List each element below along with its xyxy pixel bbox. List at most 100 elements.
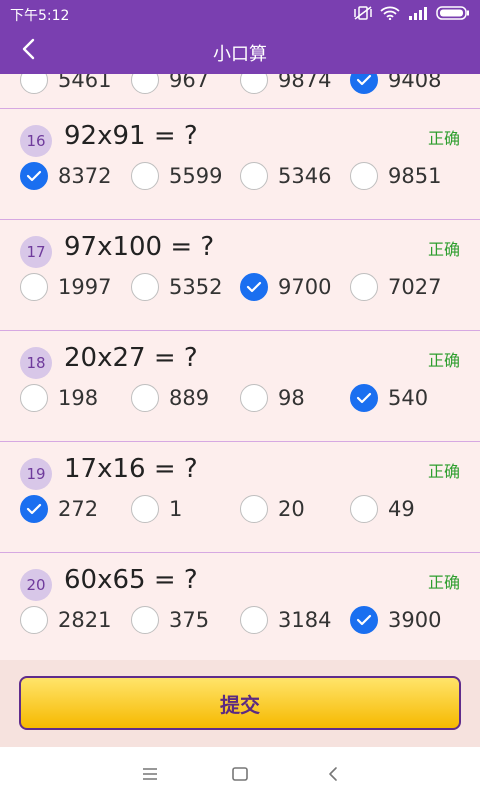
radio-button[interactable] (131, 162, 159, 190)
app-bar: 小口算 (0, 28, 480, 74)
answer-option[interactable]: 98 (240, 383, 305, 413)
radio-button[interactable] (20, 384, 48, 412)
option-label: 198 (58, 386, 99, 410)
answer-option[interactable]: 3184 (240, 605, 331, 635)
option-label: 5461 (58, 74, 112, 92)
answer-option[interactable]: 1997 (20, 272, 111, 302)
answer-status: 正确 (427, 573, 460, 592)
answer-option[interactable]: 9851 (350, 161, 441, 191)
question-row: 5461 967 9874 9408 (0, 74, 480, 109)
answer-option[interactable]: 2821 (20, 605, 111, 635)
option-label: 1997 (58, 275, 112, 299)
radio-button[interactable] (350, 495, 378, 523)
answer-option[interactable]: 540 (350, 383, 428, 413)
radio-button-checked[interactable] (240, 273, 268, 301)
answer-status: 正确 (427, 351, 460, 370)
option-label: 9408 (388, 74, 442, 92)
check-icon (246, 281, 262, 293)
question-row: 19 17x16 = ? 正确 272 1 20 49 (0, 442, 480, 553)
question-row: 16 92x91 = ? 正确 8372 5599 5346 9851 (0, 109, 480, 220)
home-button[interactable] (227, 761, 253, 787)
answer-status: 正确 (427, 462, 460, 481)
radio-button[interactable] (131, 384, 159, 412)
question-text: 60x65 = ? (64, 565, 198, 595)
option-label: 5346 (278, 164, 332, 188)
question-list[interactable]: 5461 967 9874 9408 16 92x91 = ? 正确 8372 … (0, 74, 480, 660)
question-number-badge: 18 (20, 347, 52, 379)
system-nav-bar (0, 747, 480, 800)
check-icon (26, 503, 42, 515)
radio-button-checked[interactable] (350, 606, 378, 634)
option-label: 9700 (278, 275, 332, 299)
radio-button[interactable] (131, 273, 159, 301)
question-number-badge: 17 (20, 236, 52, 268)
nav-back-button[interactable] (320, 761, 346, 787)
status-time: 下午5:12 (10, 8, 70, 24)
radio-button[interactable] (131, 495, 159, 523)
answer-option[interactable]: 9700 (240, 272, 331, 302)
radio-button[interactable] (240, 606, 268, 634)
radio-button-checked[interactable] (20, 495, 48, 523)
radio-button-checked[interactable] (20, 162, 48, 190)
submit-button[interactable]: 提交 (19, 676, 461, 730)
option-label: 9851 (388, 164, 442, 188)
answer-option[interactable]: 967 (131, 74, 209, 95)
answer-status: 正确 (427, 129, 460, 148)
vibrate-off-icon (354, 6, 372, 20)
radio-button[interactable] (20, 273, 48, 301)
option-label: 1 (169, 497, 183, 521)
answer-option[interactable]: 9874 (240, 74, 331, 95)
radio-button[interactable] (20, 74, 48, 94)
page-title: 小口算 (213, 44, 267, 65)
answer-status: 正确 (427, 240, 460, 259)
option-label: 9874 (278, 74, 332, 92)
answer-option[interactable]: 198 (20, 383, 98, 413)
option-label: 5599 (169, 164, 223, 188)
radio-button[interactable] (240, 162, 268, 190)
answer-option[interactable]: 1 (131, 494, 182, 524)
radio-button-checked[interactable] (350, 384, 378, 412)
answer-option[interactable]: 20 (240, 494, 305, 524)
radio-button[interactable] (350, 273, 378, 301)
answer-option[interactable]: 8372 (20, 161, 111, 191)
question-row: 17 97x100 = ? 正确 1997 5352 9700 7027 (0, 220, 480, 331)
check-icon (26, 170, 42, 182)
question-text: 97x100 = ? (64, 232, 215, 262)
answer-option[interactable]: 3900 (350, 605, 441, 635)
answer-option[interactable]: 7027 (350, 272, 441, 302)
check-icon (356, 614, 372, 626)
option-label: 20 (278, 497, 305, 521)
check-icon (356, 392, 372, 404)
signal-icon (408, 6, 428, 20)
submit-area: 提交 (0, 660, 480, 747)
option-label: 49 (388, 497, 415, 521)
status-bar: 下午5:12 (0, 0, 480, 28)
answer-option[interactable]: 5352 (131, 272, 222, 302)
answer-option[interactable]: 375 (131, 605, 209, 635)
menu-button[interactable] (137, 761, 163, 787)
answer-option[interactable]: 5461 (20, 74, 111, 95)
radio-button[interactable] (20, 606, 48, 634)
radio-button[interactable] (240, 74, 268, 94)
radio-button-checked[interactable] (350, 74, 378, 94)
answer-option[interactable]: 889 (131, 383, 209, 413)
option-label: 8372 (58, 164, 112, 188)
question-number-badge: 19 (20, 458, 52, 490)
radio-button[interactable] (240, 495, 268, 523)
radio-button[interactable] (131, 606, 159, 634)
status-icons (354, 6, 470, 20)
home-square-icon (232, 767, 248, 781)
back-triangle-icon (329, 767, 337, 781)
option-label: 5352 (169, 275, 223, 299)
radio-button[interactable] (350, 162, 378, 190)
answer-option[interactable]: 272 (20, 494, 98, 524)
answer-option[interactable]: 5346 (240, 161, 331, 191)
question-number-badge: 16 (20, 125, 52, 157)
answer-option[interactable]: 5599 (131, 161, 222, 191)
radio-button[interactable] (240, 384, 268, 412)
option-label: 98 (278, 386, 305, 410)
answer-option[interactable]: 49 (350, 494, 415, 524)
option-label: 375 (169, 608, 210, 632)
answer-option[interactable]: 9408 (350, 74, 441, 95)
radio-button[interactable] (131, 74, 159, 94)
